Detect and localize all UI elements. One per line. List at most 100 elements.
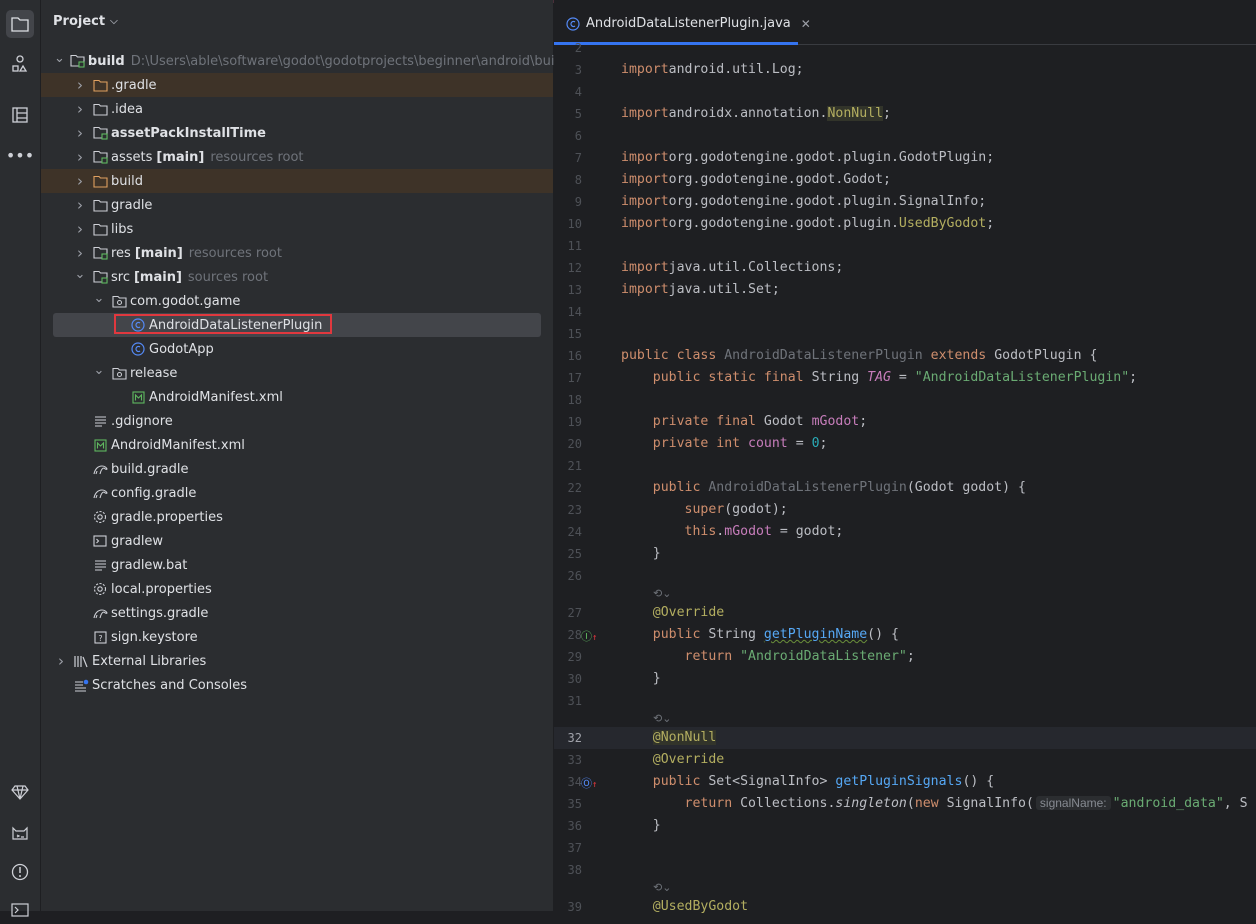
line-number: 17 <box>567 371 582 385</box>
project-folder-icon[interactable] <box>6 10 34 38</box>
code-token: public static final <box>652 370 812 385</box>
code-token: singleton <box>835 796 907 811</box>
code-line: public AndroidDataListenerPlugin(Godot g… <box>621 480 1026 495</box>
tree-item-label: .gdignore <box>111 413 173 429</box>
tree-item-gdignore[interactable]: .gdignore <box>41 409 553 433</box>
chevron-down-icon[interactable]: ⌄ <box>92 363 106 378</box>
code-token: public <box>652 627 709 642</box>
chevron-right-icon[interactable]: › <box>73 100 87 118</box>
ai-codelens-icon[interactable]: ⟲⌄ <box>653 587 671 600</box>
line-number: 9 <box>574 195 582 209</box>
tree-item-external-libraries[interactable]: › External Libraries <box>41 649 553 673</box>
terminal-icon[interactable] <box>6 896 34 924</box>
code-token: mGodot <box>811 414 860 429</box>
chevron-down-icon[interactable]: ⌄ <box>92 291 106 306</box>
implements-method-icon[interactable]: Ⓘ↑ <box>581 628 597 644</box>
gem-icon[interactable] <box>6 778 34 806</box>
bookmarks-structure-icon[interactable] <box>6 101 34 129</box>
tree-item-gradle-properties[interactable]: gradle.properties <box>41 505 553 529</box>
tree-item-gradlew[interactable]: gradlew <box>41 529 553 553</box>
chevron-down-icon[interactable]: ⌄ <box>73 267 87 282</box>
tree-item-res[interactable]: › res [main] resources root <box>41 241 553 265</box>
code-token: getPluginSignals <box>835 774 963 789</box>
overrides-method-icon[interactable]: Ⓞ↑ <box>581 775 597 791</box>
line-number: 4 <box>574 85 582 99</box>
code-line: public String getPluginName() { <box>621 627 899 642</box>
code-token: = godot; <box>771 524 844 539</box>
tree-item-config-gradle[interactable]: config.gradle <box>41 481 553 505</box>
chevron-right-icon[interactable]: › <box>73 148 87 166</box>
tree-item-gradlew-bat[interactable]: gradlew.bat <box>41 553 553 577</box>
close-icon[interactable]: ✕ <box>801 17 811 31</box>
tree-item-scratches-and-consoles[interactable]: Scratches and Consoles <box>41 673 553 697</box>
active-tab-underline <box>554 42 798 45</box>
chevron-right-icon[interactable]: › <box>73 196 87 214</box>
code-token: "AndroidDataListenerPlugin" <box>914 370 1130 385</box>
tree-item-assetpackinstalltime[interactable]: › assetPackInstallTime <box>41 121 553 145</box>
ai-codelens-icon[interactable]: ⟲⌄ <box>653 881 671 894</box>
line-number: 20 <box>567 437 582 451</box>
tree-item-label: .idea <box>111 101 143 117</box>
code-line: return Collections.singleton(new SignalI… <box>621 796 1248 811</box>
tree-item-label: External Libraries <box>92 653 207 669</box>
java-class-icon <box>130 341 146 357</box>
ai-codelens-icon[interactable]: ⟲⌄ <box>653 712 671 725</box>
chevron-right-icon[interactable]: › <box>73 220 87 238</box>
tree-item-label: src <box>111 269 130 285</box>
structure-shapes-icon[interactable] <box>6 50 34 78</box>
folder-icon <box>92 197 108 213</box>
tree-item-src[interactable]: ⌄ src [main] sources root <box>41 265 553 289</box>
tree-item-release[interactable]: ⌄ release <box>41 361 553 385</box>
tree-item-libs[interactable]: › libs <box>41 217 553 241</box>
code-token: import <box>621 282 669 297</box>
chevron-down-icon[interactable]: ⌄ <box>54 51 65 66</box>
code-token: "android_data" <box>1112 796 1224 811</box>
tree-item-local-properties[interactable]: local.properties <box>41 577 553 601</box>
tree-item-idea[interactable]: › .idea <box>41 97 553 121</box>
tree-item-label: com.godot.game <box>130 293 241 309</box>
tree-item-label: Scratches and Consoles <box>92 677 248 693</box>
code-token: , S <box>1223 796 1248 811</box>
line-number: 37 <box>567 841 582 855</box>
tree-item-build[interactable]: ⌄ build D:\Users\able\software\godot\godot… <box>41 49 566 73</box>
tree-item-build[interactable]: › build <box>41 169 553 193</box>
scratches-icon <box>73 677 89 693</box>
folder-icon <box>92 101 108 117</box>
chevron-right-icon[interactable]: › <box>54 652 68 670</box>
tree-item-settings-gradle[interactable]: settings.gradle <box>41 601 553 625</box>
tree-item-build-gradle[interactable]: build.gradle <box>41 457 553 481</box>
tree-item-sign-keystore[interactable]: ? sign.keystore <box>41 625 553 649</box>
manifest-icon <box>130 389 146 405</box>
project-view-selector[interactable]: Project ⌵ <box>53 14 118 29</box>
code-token: public <box>652 480 709 495</box>
code-line: } <box>621 818 661 833</box>
chevron-right-icon[interactable]: › <box>73 244 87 262</box>
tree-item-gradle[interactable]: › gradle <box>41 193 553 217</box>
tree-item-gradle[interactable]: › .gradle <box>41 73 553 97</box>
code-token: public class <box>621 348 725 363</box>
code-token: androidx.annotation. <box>668 106 828 121</box>
code-token: (godot); <box>724 502 788 517</box>
problems-icon[interactable] <box>6 858 34 886</box>
tree-item-androidmanifest-xml[interactable]: AndroidManifest.xml <box>41 433 553 457</box>
more-tools-icon[interactable]: ••• <box>6 141 34 169</box>
code-token: ; <box>883 106 891 121</box>
tab-android-data-listener-plugin[interactable]: AndroidDataListenerPlugin.java ✕ <box>554 3 811 45</box>
cat-terminal-icon[interactable] <box>6 819 34 847</box>
tree-item-com-godot-game[interactable]: ⌄ com.godot.game <box>41 289 553 313</box>
tree-item-godotapp[interactable]: GodotApp <box>41 337 553 361</box>
code-token: import <box>621 62 669 77</box>
tree-item-androidmanifest-xml[interactable]: AndroidManifest.xml <box>41 385 553 409</box>
tree-item-label: GodotApp <box>149 341 214 357</box>
code-token: } <box>621 818 661 833</box>
code-token: public <box>652 774 709 789</box>
chevron-right-icon[interactable]: › <box>73 124 87 142</box>
tool-window-bar: ••• <box>0 0 41 917</box>
tree-item-label: res <box>111 245 131 261</box>
tree-item-assets[interactable]: › assets [main] resources root <box>41 145 553 169</box>
chevron-right-icon[interactable]: › <box>73 76 87 94</box>
chevron-right-icon[interactable]: › <box>73 172 87 190</box>
